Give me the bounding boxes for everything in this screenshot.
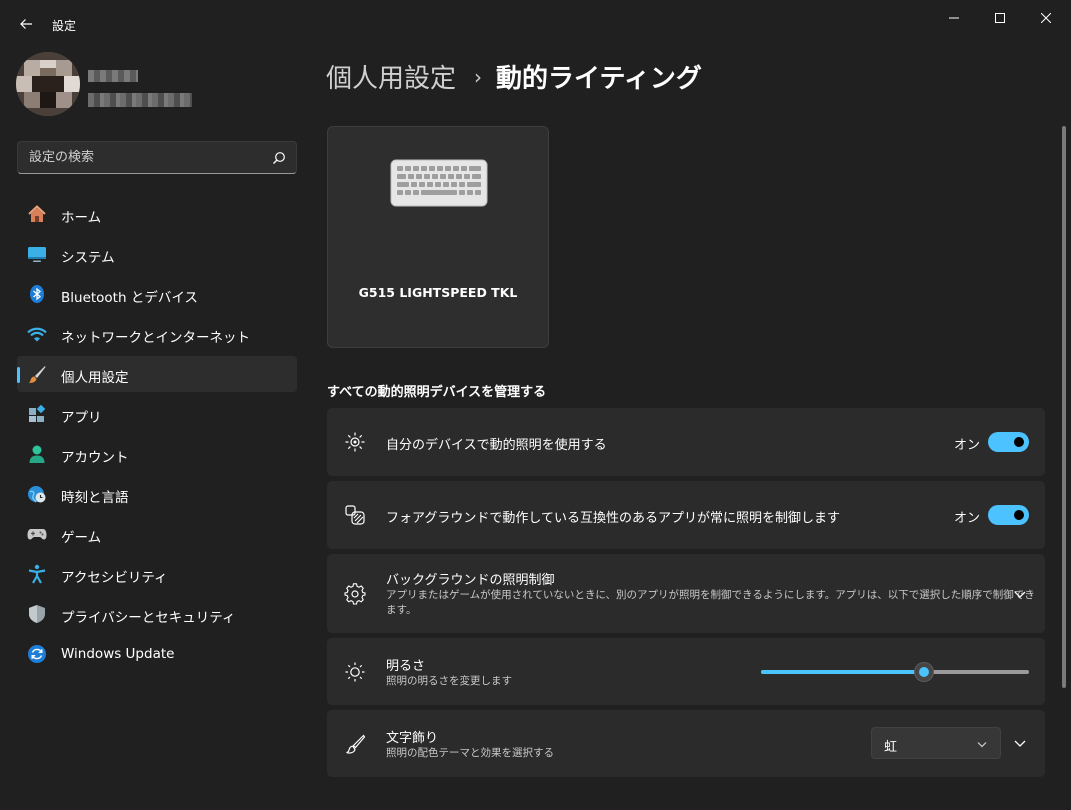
sidebar-item-home[interactable]: ホーム bbox=[17, 196, 297, 232]
dropdown-value: 虹 bbox=[884, 740, 898, 755]
device-card[interactable]: G515 LIGHTSPEED TKL bbox=[327, 126, 549, 348]
sidebar-item-label: アカウント bbox=[61, 450, 129, 466]
toggle-state-label: オン bbox=[954, 511, 981, 526]
setting-title: 自分のデバイスで動的照明を使用する bbox=[386, 438, 607, 453]
setting-title: 明るさ bbox=[386, 659, 426, 674]
page-title: 動的ライティング bbox=[496, 64, 702, 94]
chevron-down-icon[interactable] bbox=[1012, 735, 1028, 751]
sidebar-item-label: システム bbox=[61, 250, 115, 266]
sidebar-item-label: ホーム bbox=[61, 210, 102, 226]
sidebar-item-windows-update[interactable]: Windows Update bbox=[17, 636, 297, 672]
effects-dropdown[interactable]: 虹 bbox=[871, 727, 1001, 759]
sidebar-item-label: プライバシーとセキュリティ bbox=[61, 610, 236, 626]
back-button[interactable] bbox=[12, 10, 40, 38]
minimize-icon bbox=[949, 17, 959, 19]
brightness-icon bbox=[344, 661, 366, 683]
section-title: すべての動的照明デバイスを管理する bbox=[327, 385, 547, 400]
sidebar-item-gaming[interactable]: ゲーム bbox=[17, 516, 297, 552]
search-box[interactable] bbox=[17, 141, 297, 174]
accessibility-icon bbox=[27, 564, 47, 584]
sidebar-item-label: Bluetooth とデバイス bbox=[61, 290, 198, 306]
setting-description: アプリまたはゲームが使用されていないときに、別のアプリが照明を制御できるようにし… bbox=[386, 589, 1035, 601]
breadcrumb-parent[interactable]: 個人用設定 bbox=[326, 58, 456, 95]
maximize-button[interactable] bbox=[977, 4, 1023, 32]
sidebar-item-label: アクセシビリティ bbox=[61, 570, 168, 586]
device-name: G515 LIGHTSPEED TKL bbox=[358, 285, 518, 300]
setting-description: 照明の配色テーマと効果を選択する bbox=[386, 747, 554, 759]
minimize-button[interactable] bbox=[931, 4, 977, 32]
toggle-state-label: オン bbox=[954, 438, 981, 453]
sidebar-nav: ホーム システム Bluetooth とデバイス ネットワークとインターネット … bbox=[17, 196, 297, 676]
use-dynamic-lighting-toggle[interactable] bbox=[988, 432, 1029, 452]
sidebar-item-personalization[interactable]: 個人用設定 bbox=[17, 356, 297, 392]
setting-background-control[interactable]: バックグラウンドの照明制御 アプリまたはゲームが使用されていないときに、別のアプ… bbox=[327, 554, 1045, 633]
breadcrumb-separator: › bbox=[474, 64, 483, 89]
gamepad-icon bbox=[27, 524, 47, 544]
avatar[interactable] bbox=[16, 52, 80, 116]
sidebar-item-label: 個人用設定 bbox=[61, 370, 129, 386]
search-icon[interactable] bbox=[272, 151, 286, 165]
sun-sparkle-icon bbox=[344, 431, 366, 453]
close-button[interactable] bbox=[1023, 4, 1069, 32]
sidebar-item-network[interactable]: ネットワークとインターネット bbox=[17, 316, 297, 352]
sidebar-item-label: ネットワークとインターネット bbox=[61, 330, 250, 346]
monitor-icon bbox=[27, 244, 47, 264]
home-icon bbox=[27, 204, 47, 224]
wifi-icon bbox=[27, 324, 47, 344]
paintbrush-icon bbox=[27, 364, 47, 384]
setting-use-dynamic-lighting: 自分のデバイスで動的照明を使用する オン bbox=[327, 408, 1045, 476]
sidebar-item-label: アプリ bbox=[61, 410, 102, 426]
sidebar-item-privacy-security[interactable]: プライバシーとセキュリティ bbox=[17, 596, 297, 632]
refresh-icon bbox=[27, 644, 47, 664]
sidebar-item-label: Windows Update bbox=[61, 646, 175, 662]
setting-title: 文字飾り bbox=[386, 731, 439, 746]
chevron-down-icon bbox=[977, 742, 987, 748]
sidebar-item-apps[interactable]: アプリ bbox=[17, 396, 297, 432]
setting-description: 照明の明るさを変更します bbox=[386, 675, 512, 687]
person-icon bbox=[27, 444, 47, 464]
slider-fill bbox=[761, 670, 925, 674]
brush-icon bbox=[344, 733, 366, 755]
slider-thumb[interactable] bbox=[914, 662, 935, 682]
sidebar-item-time-language[interactable]: 時刻と言語 bbox=[17, 476, 297, 512]
sidebar-item-accessibility[interactable]: アクセシビリティ bbox=[17, 556, 297, 592]
brightness-slider[interactable] bbox=[761, 662, 1029, 682]
setting-title: フォアグラウンドで動作している互換性のあるアプリが常に照明を制御します bbox=[386, 511, 840, 526]
setting-brightness: 明るさ 照明の明るさを変更します bbox=[327, 638, 1045, 705]
sidebar-item-system[interactable]: システム bbox=[17, 236, 297, 272]
sidebar-item-label: ゲーム bbox=[61, 530, 102, 546]
arrow-left-icon bbox=[20, 19, 32, 29]
keyboard-icon bbox=[390, 159, 488, 207]
bluetooth-icon bbox=[27, 284, 47, 304]
breadcrumb: 個人用設定 › 動的ライティング bbox=[326, 58, 702, 95]
search-input[interactable] bbox=[18, 142, 258, 173]
setting-effects[interactable]: 文字飾り 照明の配色テーマと効果を選択する 虹 bbox=[327, 710, 1045, 777]
toggle-knob bbox=[1014, 437, 1024, 447]
shield-icon bbox=[27, 604, 47, 624]
globe-clock-icon bbox=[27, 484, 47, 504]
toggle-knob bbox=[1014, 510, 1024, 520]
profile-name-redacted bbox=[88, 70, 138, 82]
gear-icon bbox=[344, 583, 366, 605]
sidebar-item-bluetooth[interactable]: Bluetooth とデバイス bbox=[17, 276, 297, 312]
setting-title: バックグラウンドの照明制御 bbox=[386, 573, 555, 588]
apps-icon bbox=[27, 404, 47, 424]
chevron-down-icon[interactable] bbox=[1012, 586, 1028, 602]
maximize-icon bbox=[995, 13, 1005, 23]
profile-email-redacted bbox=[88, 93, 192, 107]
sidebar-item-label: 時刻と言語 bbox=[61, 490, 129, 506]
sidebar-item-accounts[interactable]: アカウント bbox=[17, 436, 297, 472]
close-icon bbox=[1041, 13, 1051, 23]
title-bar: 設定 bbox=[0, 0, 1071, 46]
window-title: 設定 bbox=[52, 19, 77, 33]
foreground-control-toggle[interactable] bbox=[988, 505, 1029, 525]
setting-description: ます。 bbox=[386, 604, 417, 616]
scrollbar[interactable] bbox=[1062, 126, 1066, 688]
apps-lighting-icon bbox=[344, 504, 366, 526]
setting-foreground-control: フォアグラウンドで動作している互換性のあるアプリが常に照明を制御します オン bbox=[327, 481, 1045, 549]
